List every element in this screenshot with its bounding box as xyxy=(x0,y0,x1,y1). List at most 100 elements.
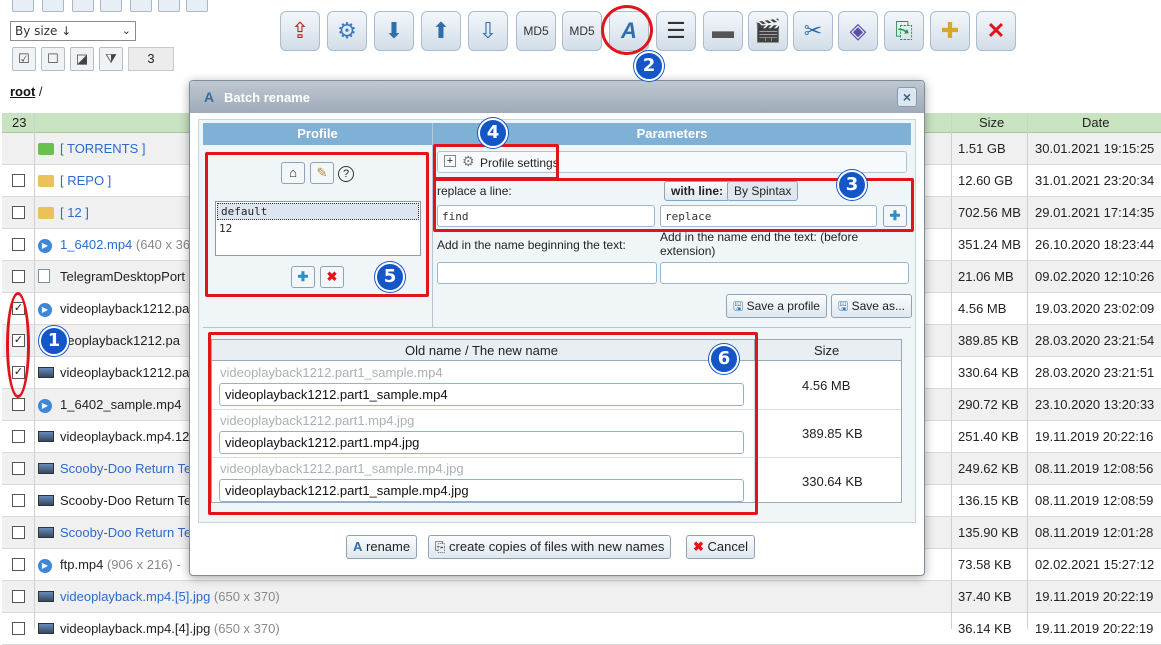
size-column-header[interactable]: Size xyxy=(979,115,1004,130)
annotation-marker: 3 xyxy=(837,170,867,200)
file-name[interactable]: videoplayback.mp4.12 xyxy=(60,429,189,444)
file-name[interactable]: videoplayback1212.pa xyxy=(60,365,189,380)
list-view-button[interactable]: ☰ xyxy=(656,11,696,51)
annotation-marker: 2 xyxy=(634,51,664,81)
mini-tool-5[interactable] xyxy=(130,0,152,12)
create-copies-button[interactable]: ⎘ create copies of files with new names xyxy=(428,535,672,559)
md5-check-button[interactable]: MD5 xyxy=(516,11,556,51)
file-date: 28.03.2020 23:21:51 xyxy=(1035,365,1155,380)
file-size: 37.40 KB xyxy=(958,589,1012,604)
row-checkbox[interactable] xyxy=(12,494,25,507)
file-size: 4.56 MB xyxy=(802,378,851,393)
row-checkbox[interactable] xyxy=(12,430,25,443)
file-name[interactable]: ftp.mp4 (906 x 216) - xyxy=(60,557,181,572)
mini-tool-6[interactable] xyxy=(158,0,180,12)
file-date: 19.11.2019 20:22:19 xyxy=(1035,589,1154,604)
video-info-button[interactable]: 🎬 xyxy=(748,11,788,51)
md5-settings-button[interactable]: MD5 xyxy=(562,11,602,51)
save-as-button[interactable]: 🖫 Save as... xyxy=(831,294,912,318)
save-icon: 🖫 xyxy=(838,299,849,313)
file-name[interactable]: 1_6402.mp4 (640 x 36 xyxy=(60,237,190,252)
breadcrumb-root-link[interactable]: root xyxy=(10,84,35,99)
file-dimensions: (640 x 36 xyxy=(132,237,191,252)
file-name[interactable]: Scooby-Doo Return Te xyxy=(60,493,191,508)
sort-select[interactable]: By size ↓ ⌄ xyxy=(10,21,136,41)
cancel-button[interactable]: ✖ Cancel xyxy=(686,535,755,559)
invert-selection-button[interactable]: ◪ xyxy=(70,47,94,71)
select-all-button[interactable]: ☑ xyxy=(12,47,36,71)
row-checkbox[interactable] xyxy=(12,558,25,571)
rename-icon: A xyxy=(204,89,215,105)
save-as-label: Save as... xyxy=(851,299,905,313)
file-name[interactable]: [ REPO ] xyxy=(60,173,111,188)
breadcrumb: root / xyxy=(10,84,43,99)
file-name[interactable]: [ TORRENTS ] xyxy=(60,141,145,156)
close-icon[interactable]: × xyxy=(897,87,917,107)
file-dimensions: (906 x 216) - xyxy=(103,557,181,572)
folder-icon xyxy=(38,205,54,219)
image-icon xyxy=(38,621,54,635)
annotation-box-profile-settings xyxy=(433,144,559,180)
end-text-input[interactable] xyxy=(660,262,909,284)
file-size: 249.62 KB xyxy=(958,461,1019,476)
mini-tool-3[interactable] xyxy=(72,0,94,12)
save-profile-button[interactable]: 🖫 Save a profile xyxy=(726,294,827,318)
upload-stack-button[interactable]: ⬆ xyxy=(421,11,461,51)
play-icon: ▶ xyxy=(38,397,54,413)
file-date: 31.01.2021 23:20:34 xyxy=(1035,173,1155,188)
dialog-title: Batch rename xyxy=(224,90,310,105)
filter-button[interactable]: ⧩ xyxy=(99,47,123,71)
cancel-label: Cancel xyxy=(707,539,748,554)
file-name-text: videoplayback1212.pa xyxy=(60,365,190,380)
begin-text-input[interactable] xyxy=(437,262,657,284)
file-name-text: TelegramDesktopPort xyxy=(60,269,185,284)
upload-tool-button[interactable]: ⇪ xyxy=(280,11,320,51)
file-name[interactable]: Scooby-Doo Return Te xyxy=(60,525,191,540)
file-size: 12.60 GB xyxy=(958,173,1013,188)
row-checkbox[interactable] xyxy=(12,238,25,251)
row-checkbox[interactable] xyxy=(12,206,25,219)
move-tool-button[interactable]: ⎘ xyxy=(884,11,924,51)
file-row[interactable]: videoplayback.mp4.[5].jpg (650 x 370) 37.… xyxy=(2,581,1161,613)
new-folder-button[interactable]: ✚ xyxy=(930,11,970,51)
row-checkbox[interactable] xyxy=(12,270,25,283)
file-name[interactable]: videoplayback1212.pa xyxy=(60,301,189,316)
row-checkbox[interactable] xyxy=(12,398,25,411)
download-tool-button[interactable]: ⬇ xyxy=(374,11,414,51)
file-name[interactable]: 1_6402_sample.mp4 xyxy=(60,397,181,412)
mini-tool-4[interactable] xyxy=(100,0,122,12)
file-date: 26.10.2020 18:23:44 xyxy=(1035,237,1155,252)
mini-tool-7[interactable] xyxy=(186,0,208,12)
file-name-text: Scooby-Doo Return Te xyxy=(60,525,192,540)
file-date: 19.03.2020 23:02:09 xyxy=(1035,301,1155,316)
dialog-titlebar[interactable]: A Batch rename × xyxy=(190,81,924,113)
cut-tool-button[interactable]: ✂ xyxy=(793,11,833,51)
file-date: 02.02.2021 15:27:12 xyxy=(1035,557,1155,572)
play-icon: ▶ xyxy=(38,301,54,317)
file-name[interactable]: videoplayback.mp4.[5].jpg (650 x 370) xyxy=(60,589,280,604)
file-row[interactable]: videoplayback.mp4.[4].jpg (650 x 370) 36.… xyxy=(2,613,1161,645)
file-name[interactable]: Scooby-Doo Return Te xyxy=(60,461,191,476)
file-size: 389.85 KB xyxy=(802,426,863,441)
date-column-header[interactable]: Date xyxy=(1082,115,1109,130)
file-name-text: deoplayback1212.pa xyxy=(60,333,180,348)
file-name[interactable]: TelegramDesktopPort xyxy=(60,269,185,284)
file-name[interactable]: deoplayback1212.pa xyxy=(60,333,180,348)
select-none-button[interactable]: ☐ xyxy=(41,47,65,71)
row-checkbox[interactable] xyxy=(12,590,25,603)
file-name-text: [ 12 ] xyxy=(60,205,89,220)
mini-tool-1[interactable] xyxy=(12,0,34,12)
image-view-button[interactable]: ▬ xyxy=(703,11,743,51)
file-name[interactable]: [ 12 ] xyxy=(60,205,89,220)
mini-tool-2[interactable] xyxy=(42,0,64,12)
row-checkbox[interactable] xyxy=(12,526,25,539)
row-checkbox[interactable] xyxy=(12,462,25,475)
row-checkbox[interactable] xyxy=(12,174,25,187)
image-icon xyxy=(38,429,54,443)
settings-gear-button[interactable]: ⚙ xyxy=(327,11,367,51)
file-size: 330.64 KB xyxy=(802,474,863,489)
extract-tool-button[interactable]: ⇩ xyxy=(468,11,508,51)
media-tool-button[interactable]: ◈ xyxy=(838,11,878,51)
rename-button[interactable]: A rename xyxy=(346,535,418,559)
delete-button[interactable]: ✕ xyxy=(976,11,1016,51)
